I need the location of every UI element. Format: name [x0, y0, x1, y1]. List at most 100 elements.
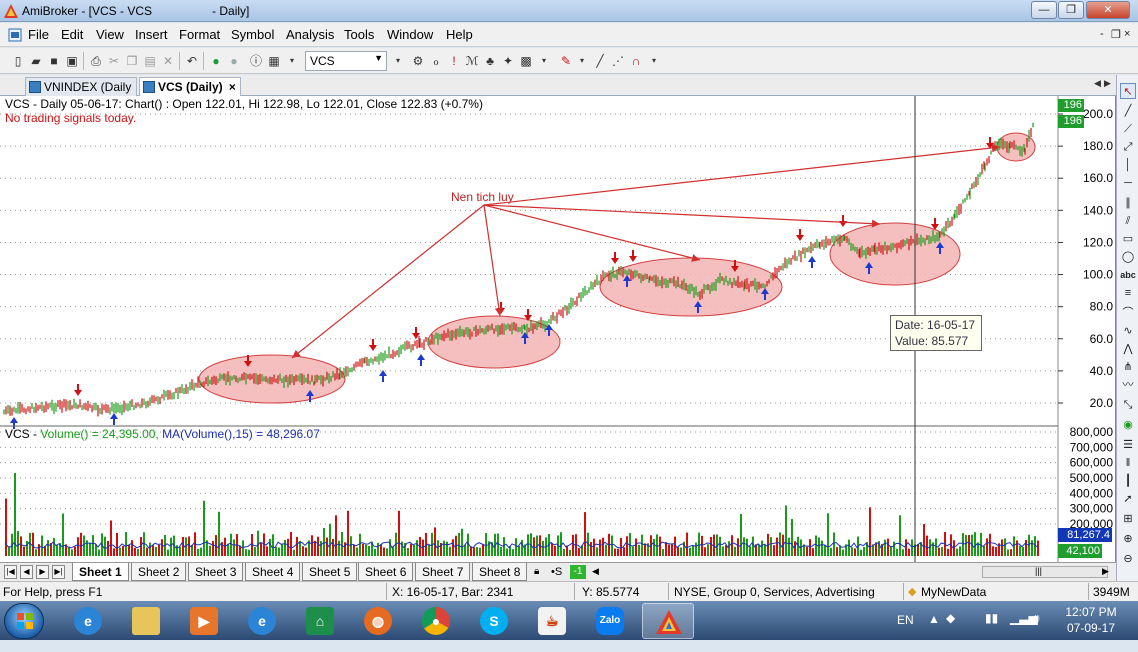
volume-icon[interactable]: 🔊︎ — [1032, 611, 1040, 650]
info-icon[interactable]: ⓘ — [248, 53, 264, 69]
line-style-icon[interactable]: ⋰ — [610, 53, 626, 69]
menu-tools[interactable]: Tools — [344, 27, 374, 42]
line-color-dropdown-icon[interactable]: ▾ — [574, 53, 590, 69]
horizontal-line-icon[interactable]: ─ — [1120, 175, 1136, 191]
menu-file[interactable]: File — [28, 27, 49, 42]
rectangle-icon[interactable]: ▭ — [1120, 231, 1136, 247]
ray-line-icon[interactable]: ⟋ — [1120, 121, 1136, 137]
forward-icon[interactable]: ● — [226, 53, 242, 69]
toolbar-overflow-icon[interactable]: ▾ — [646, 53, 662, 69]
draw-line-icon[interactable]: ╱ — [592, 53, 608, 69]
maximize-button[interactable]: ❐ — [1058, 1, 1084, 19]
optimize-icon[interactable]: ♣ — [482, 53, 498, 69]
extended-line-icon[interactable]: ⤢ — [1120, 139, 1136, 155]
taskbar-clock[interactable]: 12:07 PM 07-09-17 — [1054, 604, 1128, 636]
taskbar-firefox[interactable]: ◍ — [352, 603, 404, 639]
undo-icon[interactable]: ↶ — [184, 53, 200, 69]
gann-icon[interactable]: ⋀ — [1120, 341, 1136, 357]
mdi-close-button[interactable]: × — [1124, 28, 1130, 40]
menu-edit[interactable]: Edit — [61, 27, 83, 42]
scroll-right-icon[interactable]: ▶ — [1102, 566, 1109, 577]
sheet-prev-icon[interactable]: ◀ — [20, 565, 33, 579]
sheet-s-button[interactable]: •S — [551, 566, 562, 578]
close-button[interactable]: ✕ — [1086, 1, 1130, 19]
zigzag-icon[interactable]: 〰 — [1120, 377, 1136, 393]
channel-icon[interactable]: ⫽ — [1120, 213, 1136, 229]
sheet-tab-7[interactable]: Sheet 7 — [415, 563, 471, 581]
calendar-icon[interactable]: ▦ — [266, 53, 282, 69]
mdi-minimize-button[interactable]: - — [1100, 28, 1104, 40]
sheet-tab-1[interactable]: Sheet 1 — [72, 563, 129, 581]
taskbar-ie2[interactable]: e — [236, 603, 288, 639]
zoom-in-icon[interactable]: ⊕ — [1120, 531, 1136, 547]
sheet-tab-4[interactable]: Sheet 4 — [245, 563, 301, 581]
sheet-tab-2[interactable]: Sheet 2 — [131, 563, 187, 581]
chart-window[interactable]: Nen tich luy 200.0 180.0 160.0 140.0 120.0 10… — [0, 96, 1116, 562]
zoom-out-icon[interactable]: ⊖ — [1120, 551, 1136, 567]
back-icon[interactable]: ● — [208, 53, 224, 69]
open-folder-icon[interactable]: ▰ — [28, 53, 44, 69]
taskbar-skype[interactable]: S — [468, 603, 520, 639]
parallel-lines-icon[interactable]: ∥ — [1120, 195, 1136, 211]
scan-icon[interactable]: ℴ — [428, 53, 444, 69]
toolbar-overflow-icon[interactable]: ▾ — [536, 53, 552, 69]
tab-vnindex[interactable]: VNINDEX (Daily — [25, 77, 137, 96]
menu-window[interactable]: Window — [387, 27, 433, 42]
tray-expand-icon[interactable]: ▲ — [928, 612, 940, 651]
layout-grid-icon[interactable]: ⊞ — [1120, 511, 1136, 527]
sheet-tab-8[interactable]: Sheet 8 — [472, 563, 528, 581]
alert-icon[interactable]: ! — [446, 53, 462, 69]
indicator-icon[interactable]: ℳ — [464, 53, 480, 69]
text-tool-icon[interactable]: abc — [1120, 267, 1136, 283]
sheet-next-icon[interactable]: ▶ — [36, 565, 49, 579]
arc-icon[interactable]: ⌒ — [1120, 305, 1136, 321]
sheet-minus-button[interactable]: -1 — [570, 565, 586, 579]
taskbar-amibroker[interactable] — [642, 603, 694, 639]
cut-icon[interactable]: ✂ — [106, 53, 122, 69]
taskbar-chrome[interactable]: ● — [410, 603, 462, 639]
andrews-pitchfork-icon[interactable]: ⋔ — [1120, 359, 1136, 375]
symbol-combobox[interactable]: VCS ▼ — [305, 51, 387, 71]
tray-app-icon[interactable]: ◆ — [946, 611, 955, 650]
paste-icon[interactable]: ▤ — [142, 53, 158, 69]
sheet-tab-5[interactable]: Sheet 5 — [302, 563, 358, 581]
wand-icon[interactable]: ✦ — [500, 53, 516, 69]
menu-view[interactable]: View — [96, 27, 124, 42]
taskbar-zalo[interactable]: Zalo — [584, 603, 636, 639]
save-icon[interactable]: ■ — [46, 53, 62, 69]
cycle-icon[interactable]: ∿ — [1120, 323, 1136, 339]
fibonacci-icon[interactable]: ≡ — [1120, 285, 1136, 301]
taskbar-bank[interactable]: ⌂ — [294, 603, 346, 639]
explore-icon[interactable]: ▩ — [518, 53, 534, 69]
menu-help[interactable]: Help — [446, 27, 473, 42]
tab-scroll-left-icon[interactable]: ◀ — [1094, 78, 1101, 89]
start-button[interactable] — [4, 603, 44, 639]
gears-icon[interactable]: ⚙ — [410, 53, 426, 69]
new-file-icon[interactable]: ▯ — [10, 53, 26, 69]
minimize-button[interactable]: — — [1031, 1, 1057, 19]
trend-line-icon[interactable]: ╱ — [1120, 103, 1136, 119]
print-icon[interactable]: ⎙ — [88, 53, 104, 69]
save-all-icon[interactable]: ▣ — [64, 53, 80, 69]
network-icon[interactable]: ▮▮ — [985, 611, 998, 650]
scroll-thumb-grip-icon[interactable]: ||| — [1035, 566, 1042, 576]
horizontal-scrollbar[interactable]: ||| — [982, 566, 1108, 578]
ellipse-icon[interactable]: ◯ — [1120, 249, 1136, 265]
pen-color-icon[interactable]: ✎ — [558, 53, 574, 69]
regression-icon[interactable]: ⤡ — [1120, 397, 1136, 413]
mdi-restore-button[interactable]: ❐ — [1111, 28, 1121, 41]
vertical-line-icon[interactable]: │ — [1120, 157, 1136, 173]
grid-lines-icon[interactable]: ☰ — [1120, 437, 1136, 453]
sheet-tab-6[interactable]: Sheet 6 — [358, 563, 414, 581]
sheet-tab-3[interactable]: Sheet 3 — [188, 563, 244, 581]
language-indicator[interactable]: EN — [897, 613, 914, 652]
tab-vcs[interactable]: VCS (Daily) × — [139, 77, 241, 96]
globe-icon[interactable]: ◉ — [1120, 417, 1136, 433]
toolbar-overflow-icon[interactable]: ▾ — [390, 53, 406, 69]
magnet-icon[interactable]: ∩ — [628, 53, 644, 69]
copy-icon[interactable]: ❐ — [124, 53, 140, 69]
menu-insert[interactable]: Insert — [135, 27, 168, 42]
candle-icon[interactable]: ┃ — [1120, 473, 1136, 489]
select-cursor-icon[interactable]: ↖ — [1120, 83, 1136, 99]
delete-icon[interactable]: ✕ — [160, 53, 176, 69]
